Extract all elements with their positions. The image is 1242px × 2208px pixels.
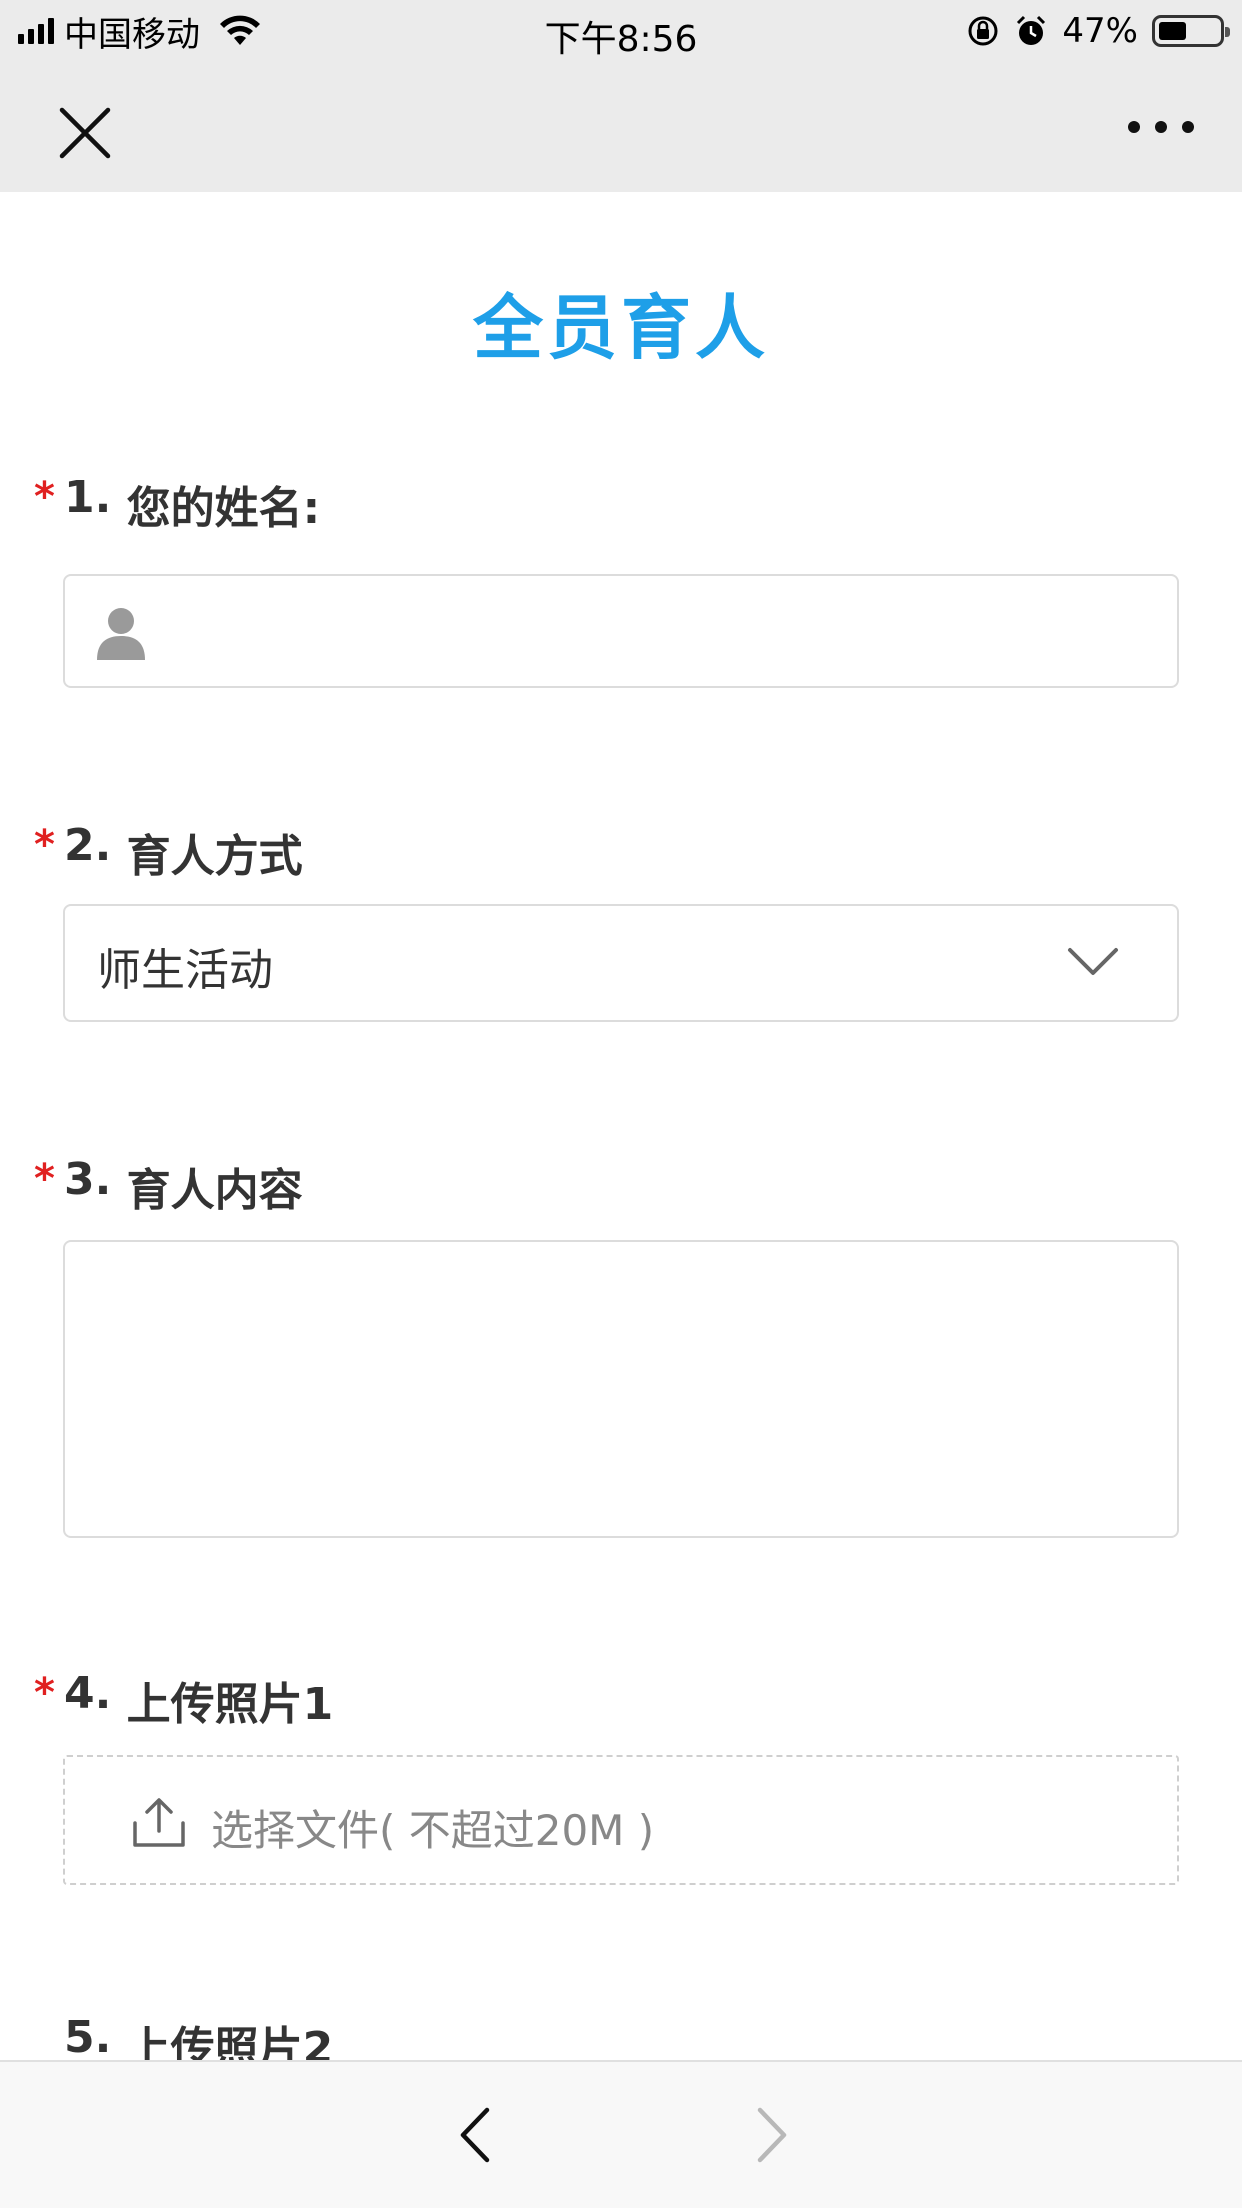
question-1-label: * 1. 您的姓名: [34,472,320,536]
select-value: 师生活动 [97,945,273,996]
alarm-icon [1017,15,1046,45]
question-text: 育人内容 [126,1165,303,1216]
upload-button-text: 选择文件( 不超过20M ) [211,1806,655,1855]
bottom-toolbar [0,2060,1242,2208]
person-icon [97,608,145,660]
question-2-label: * 2. 育人方式 [34,820,303,884]
rotation-lock-icon [968,16,998,46]
upload-photo-1-button[interactable]: 选择文件( 不超过20M ) [63,1755,1179,1885]
required-mark: * [34,1156,55,1202]
question-text: 您的姓名: [126,483,321,534]
content-textarea[interactable] [63,1240,1179,1538]
question-text: 上传照片1 [126,1679,334,1730]
required-mark: * [34,822,55,868]
chevron-left-icon[interactable] [455,2106,495,2164]
method-select[interactable]: 师生活动 [63,904,1179,1022]
nav-bar [0,62,1242,192]
chevron-down-icon [1068,948,1118,975]
form-title: 全员育人 [473,287,769,369]
required-mark: * [34,474,55,520]
battery-level [1159,22,1186,40]
name-input[interactable] [63,574,1179,688]
question-number: 4. [64,1668,112,1719]
question-4-label: * 4. 上传照片1 [34,1668,333,1732]
question-3-label: * 3. 育人内容 [34,1154,303,1218]
battery-percent: 47% [1062,11,1138,51]
question-number: 1. [64,472,112,523]
battery-icon [1152,15,1230,47]
question-number: 5. [64,2012,112,2060]
status-bar: 中国移动 下午8:56 47% [0,0,1242,62]
form-content: 全员育人 * 1. 您的姓名: * 2. 育人方式 师生活动 * 3. 育人内容… [0,192,1242,2060]
required-mark: * [34,1670,55,1716]
question-5-label: 5. 上传照片2 [34,2012,333,2060]
question-text: 上传照片2 [126,2023,334,2060]
question-text: 育人方式 [126,831,303,882]
chevron-right-icon[interactable] [752,2106,792,2164]
status-right: 47% [966,10,1230,52]
question-number: 2. [64,820,112,871]
more-dots-icon[interactable] [1128,112,1194,142]
close-icon[interactable] [52,100,118,166]
upload-icon [133,1798,185,1847]
question-number: 3. [64,1154,112,1205]
